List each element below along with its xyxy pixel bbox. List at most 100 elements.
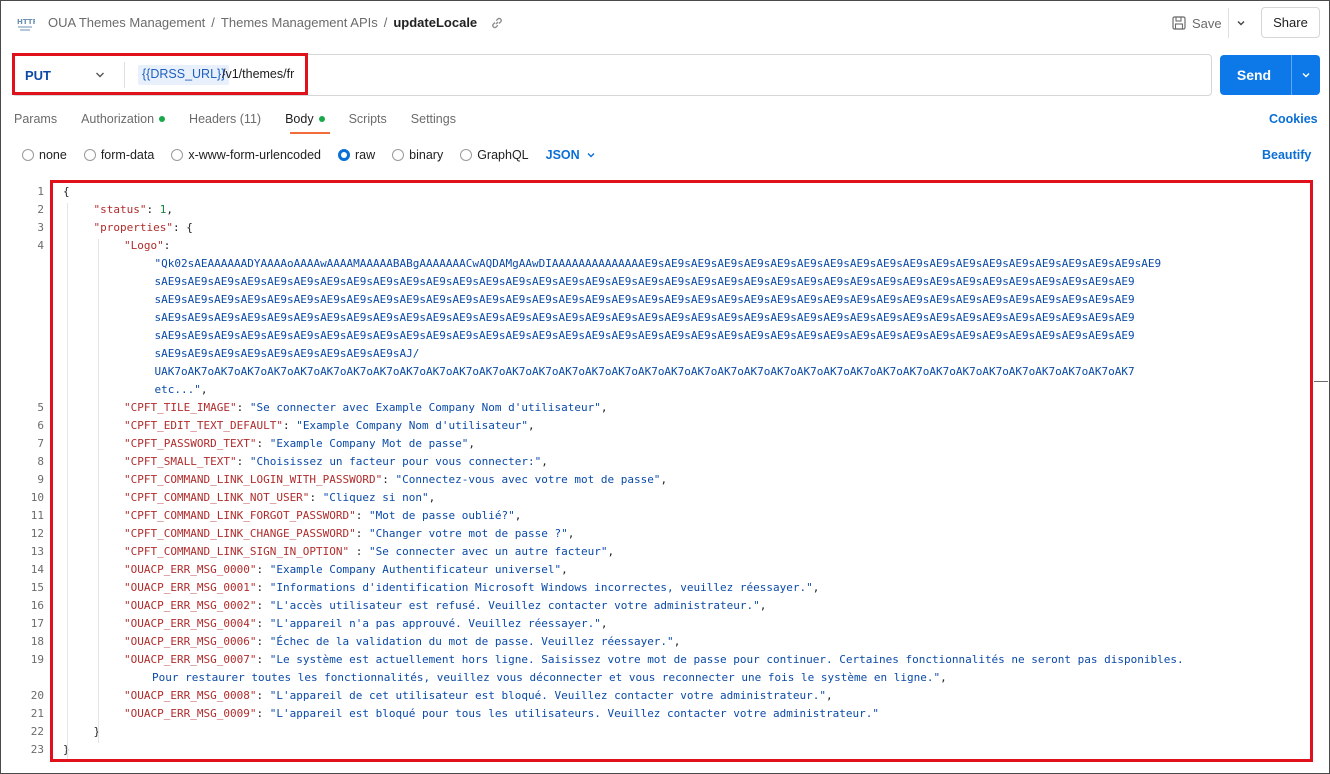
code-token: "CPFT_COMMAND_LINK_NOT_USER" (124, 491, 310, 504)
request-name[interactable]: updateLocale (393, 15, 477, 30)
code-token: , (600, 617, 608, 630)
code-line[interactable]: "CPFT_PASSWORD_TEXT": "Example Company M… (124, 437, 475, 450)
code-line[interactable]: sAE9sAE9sAE9sAE9sAE9sAE9sAE9sAE9sAE9sAJ/ (155, 347, 420, 360)
code-line[interactable]: "OUACP_ERR_MSG_0000": "Example Company A… (124, 563, 568, 576)
code-editor[interactable]: { "status": 1, "properties": { "Logo": "Qk02… (0, 180, 1330, 774)
body-type-form-data[interactable]: form-data (83, 147, 154, 163)
method-select[interactable]: PUT (25, 68, 51, 83)
radio-button[interactable] (460, 149, 473, 161)
chevron-down-icon[interactable] (94, 69, 106, 81)
code-line[interactable]: sAE9sAE9sAE9sAE9sAE9sAE9sAE9sAE9sAE9sAE9… (155, 293, 1135, 306)
save-button[interactable]: Save (1166, 8, 1226, 38)
beautify-button[interactable]: Beautify (1262, 148, 1311, 162)
radio-button[interactable] (171, 149, 184, 161)
code-line[interactable]: sAE9sAE9sAE9sAE9sAE9sAE9sAE9sAE9sAE9sAE9… (155, 311, 1135, 324)
code-token: "L'appareil de cet utilisateur est bloqu… (269, 689, 826, 702)
breadcrumb-separator: / (211, 15, 215, 30)
save-options-button[interactable] (1228, 8, 1252, 38)
code-line[interactable]: UAK7oAK7oAK7oAK7oAK7oAK7oAK7oAK7oAK7oAK7… (155, 365, 1135, 378)
code-line[interactable]: "CPFT_EDIT_TEXT_DEFAULT": "Example Compa… (124, 419, 535, 432)
line-number: 12 (30, 527, 44, 540)
url-variable[interactable]: {{DRSS_URL}} (138, 65, 230, 85)
breadcrumb-folder[interactable]: Themes Management APIs (221, 15, 378, 30)
code-line[interactable]: "CPFT_COMMAND_LINK_NOT_USER": "Cliquez s… (124, 491, 435, 504)
code-token: "Informations d'identification Microsoft… (269, 581, 813, 594)
svg-text:HTTP: HTTP (17, 18, 35, 26)
code-line[interactable]: "status": 1, (94, 203, 173, 216)
code-token: "Changer votre mot de passe ?" (369, 527, 568, 540)
share-button[interactable]: Share (1261, 7, 1320, 38)
tab-headers[interactable]: Headers (11) (189, 110, 261, 128)
cookies-link[interactable]: Cookies (1269, 112, 1318, 126)
code-token: "OUACP_ERR_MSG_0004" (124, 617, 257, 630)
body-type-urlencoded[interactable]: x-www-form-urlencoded (171, 147, 321, 163)
code-token: "L'appareil est bloqué pour tous les uti… (269, 707, 879, 720)
code-line[interactable]: "OUACP_ERR_MSG_0009": "L'appareil est bl… (124, 707, 879, 720)
body-type-none[interactable]: none (22, 147, 67, 163)
tab-authorization[interactable]: Authorization (81, 110, 166, 128)
code-token: "CPFT_COMMAND_LINK_SIGN_IN_OPTION" (124, 545, 350, 558)
code-token: "L'appareil n'a pas approuvé. Veuillez r… (269, 617, 601, 630)
code-line[interactable]: "CPFT_COMMAND_LINK_SIGN_IN_OPTION" : "Se… (124, 545, 614, 558)
send-options-button[interactable] (1291, 55, 1320, 95)
breadcrumb-collection[interactable]: OUA Themes Management (48, 15, 205, 30)
body-type-binary[interactable]: binary (392, 147, 443, 163)
code-token: "Connectez-vous avec votre mot de passe" (395, 473, 661, 486)
code-line[interactable]: Pour restaurer toutes les fonctionnalité… (152, 671, 947, 684)
code-token: , (759, 599, 767, 612)
body-type-raw[interactable]: raw (338, 147, 375, 163)
line-number: 22 (30, 725, 44, 738)
tab-params[interactable]: Params (14, 110, 57, 128)
line-number: 4 (37, 239, 44, 252)
code-line[interactable]: "CPFT_TILE_IMAGE": "Se connecter avec Ex… (124, 401, 607, 414)
format-label: JSON (545, 148, 580, 162)
code-token: "CPFT_COMMAND_LINK_LOGIN_WITH_PASSWORD" (124, 473, 383, 486)
code-line[interactable]: "CPFT_COMMAND_LINK_LOGIN_WITH_PASSWORD":… (124, 473, 667, 486)
line-number: 15 (30, 581, 44, 594)
code-line[interactable]: "OUACP_ERR_MSG_0004": "L'appareil n'a pa… (124, 617, 607, 630)
scrollbar-thumb[interactable] (1314, 381, 1328, 382)
breadcrumb: OUA Themes Management / Themes Management … (48, 15, 477, 30)
save-label: Save (1192, 15, 1222, 31)
code-line[interactable]: "CPFT_COMMAND_LINK_CHANGE_PASSWORD": "Ch… (124, 527, 574, 540)
code-line[interactable]: "Logo": (124, 239, 170, 252)
line-number: 20 (30, 689, 44, 702)
radio-button[interactable] (22, 149, 34, 161)
code-line[interactable]: sAE9sAE9sAE9sAE9sAE9sAE9sAE9sAE9sAE9sAE9… (155, 275, 1135, 288)
body-type-graphql[interactable]: GraphQL (460, 147, 529, 163)
code-line[interactable]: etc...", (155, 383, 208, 396)
code-token: { (63, 185, 70, 198)
send-button[interactable]: Send (1220, 55, 1320, 95)
code-line[interactable]: "Qk02sAEAAAAAADYAAAAoAAAAwAAAAMAAAAABABg… (155, 257, 1162, 270)
code-line[interactable]: "CPFT_SMALL_TEXT": "Choisissez un facteu… (124, 455, 548, 468)
code-token: "Logo" (124, 239, 164, 252)
code-line[interactable]: "CPFT_COMMAND_LINK_FORGOT_PASSWORD": "Mo… (124, 509, 521, 522)
request-tabs: Params Authorization Headers (11) Body S… (14, 110, 480, 136)
url-input[interactable]: /v1/themes/fr (222, 67, 294, 81)
code-token: "Cliquez si non" (322, 491, 429, 504)
radio-button-selected[interactable] (338, 149, 350, 161)
tab-scripts[interactable]: Scripts (349, 110, 387, 128)
code-line[interactable]: "OUACP_ERR_MSG_0008": "L'appareil de cet… (124, 689, 833, 702)
line-number: 6 (37, 419, 44, 432)
line-number: 23 (30, 743, 44, 756)
link-icon[interactable] (490, 16, 504, 30)
radio-button[interactable] (392, 149, 405, 161)
code-token: : (236, 401, 250, 414)
code-line[interactable]: sAE9sAE9sAE9sAE9sAE9sAE9sAE9sAE9sAE9sAE9… (155, 329, 1135, 342)
tab-label: Scripts (348, 112, 387, 126)
code-token: , (607, 545, 615, 558)
code-token: : (163, 239, 171, 252)
code-line[interactable]: "OUACP_ERR_MSG_0007": "Le système est ac… (124, 653, 1184, 666)
code-line[interactable]: "OUACP_ERR_MSG_0006": "Échec de la valid… (124, 635, 680, 648)
tab-settings[interactable]: Settings (411, 110, 456, 128)
code-line[interactable]: { (63, 185, 70, 198)
code-token: "CPFT_EDIT_TEXT_DEFAULT" (124, 419, 283, 432)
code-line[interactable]: "OUACP_ERR_MSG_0001": "Informations d'id… (124, 581, 819, 594)
code-line[interactable]: "properties": { (94, 221, 193, 234)
code-token: , (600, 401, 608, 414)
format-select[interactable]: JSON (546, 148, 596, 162)
tab-body[interactable]: Body (285, 110, 325, 128)
radio-button[interactable] (83, 149, 96, 161)
code-line[interactable]: "OUACP_ERR_MSG_0002": "L'accès utilisate… (124, 599, 766, 612)
